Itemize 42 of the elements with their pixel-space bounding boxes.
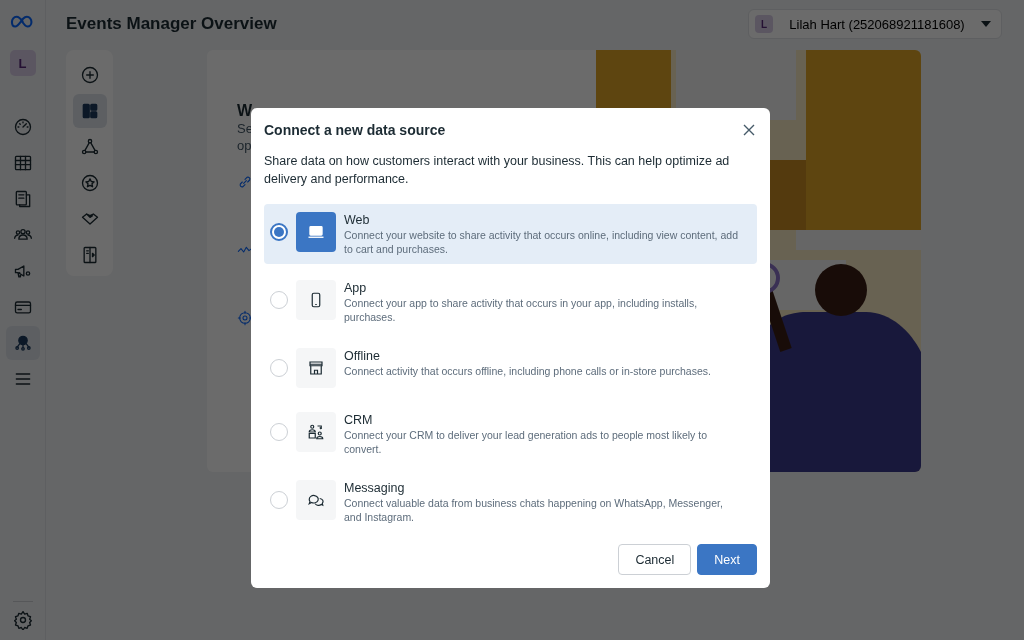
account-avatar: L [755, 15, 773, 33]
dropdown-caret-icon [981, 21, 991, 27]
account-selector[interactable]: L Lilah Hart (252068921181608) [748, 9, 1002, 39]
next-button[interactable]: Next [697, 544, 757, 575]
network-icon [12, 333, 33, 353]
card-text: op [237, 137, 252, 154]
dialog-description: Share data on how customers interact with your business. This can help optimize ad delivery and performance. [264, 153, 731, 188]
gauge-icon [12, 117, 33, 137]
tool-rail-item[interactable] [72, 94, 107, 128]
close-icon [743, 124, 755, 136]
option-description: Connect activity that occurs offline, including phone calls or in-store purchases. [344, 365, 712, 379]
add-icon [79, 65, 100, 85]
people-sync-icon [307, 423, 325, 441]
radio-button[interactable] [270, 223, 288, 241]
data-source-option[interactable]: Offline Connect activity that occurs offline, including phone calls or in-store purchases. [264, 340, 757, 396]
data-source-option[interactable]: Messaging Connect valuable data from business chats happening on WhatsApp, Messenger, and Instagram. [264, 472, 757, 532]
option-description: Connect valuable data from business chats happening on WhatsApp, Messenger, and Instagram. [344, 497, 724, 524]
settings-icon [12, 610, 33, 630]
target-icon [237, 310, 253, 326]
close-button[interactable] [741, 122, 757, 138]
sidebar-item[interactable] [5, 326, 40, 360]
account-name: Lilah Hart (252068921181608) [788, 16, 966, 32]
laptop-icon [307, 223, 325, 241]
cancel-button[interactable]: Cancel [618, 544, 692, 575]
store-icon [307, 359, 325, 377]
option-title: Web [344, 212, 371, 229]
option-description: Connect your app to share activity that occurs in your app, including installs, purchases. [344, 297, 699, 324]
option-description: Connect your website to share activity that occurs online, including view content, add to cart and purchases. [344, 229, 739, 256]
data-source-option[interactable]: App Connect your app to share activity that occurs in your app, including installs, purchases. [264, 272, 757, 332]
option-description: Connect your CRM to deliver your lead generation ads to people most likely to convert. [344, 429, 709, 456]
triangle-nodes-icon [79, 137, 100, 157]
data-source-option[interactable]: Web Connect your website to share activity that occurs online, including view content, add to cart and purchases. [264, 204, 757, 264]
option-title: Offline [344, 348, 381, 365]
page-title: Events Manager Overview [66, 14, 277, 34]
data-source-option[interactable]: CRM Connect your CRM to deliver your lead generation ads to people most likely to convert. [264, 404, 757, 464]
option-title: CRM [344, 412, 374, 429]
link-icon [237, 174, 253, 190]
card-title: W [237, 102, 253, 120]
option-title: Messaging [344, 480, 406, 497]
dialog-title: Connect a new data source [264, 122, 446, 138]
table-icon [12, 153, 33, 173]
option-title: App [344, 280, 368, 297]
